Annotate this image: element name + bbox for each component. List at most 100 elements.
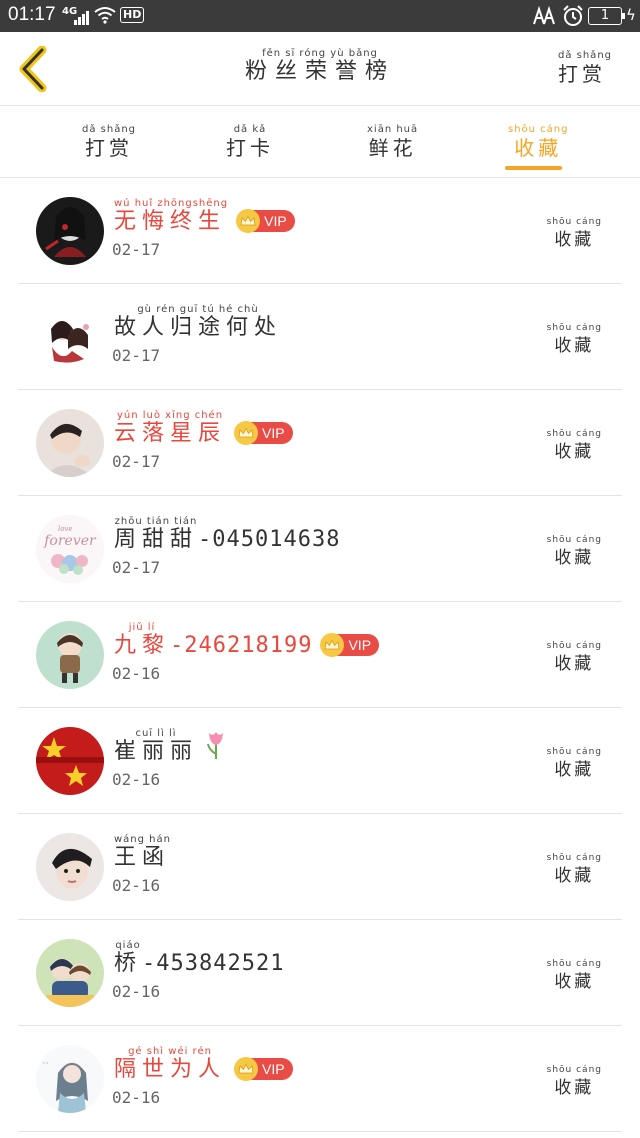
action-text: 收藏 [554,1078,595,1098]
user-id-suffix: -246218199 [170,633,313,658]
alarm-icon [563,5,583,26]
action-pinyin: shōu cáng [546,853,602,863]
avatar[interactable]: forever love [36,515,104,583]
user-name: jiǔ lí 九黎 -246218199 [114,622,312,658]
charging-icon: ϟ [626,6,636,24]
list-item[interactable]: ◦◦ gé shì wéi rén 隔世为人 VIP 02-16 shōu cáng 收藏 [18,1026,622,1132]
action-pinyin: shōu cáng [546,959,602,969]
tab-label: 鲜花 [368,136,417,160]
action-pinyin: shōu cáng [546,217,602,227]
user-id-suffix: -453842521 [142,951,285,976]
app-indicator-icon [533,6,555,25]
status-time: 01:17 [8,4,56,25]
vip-badge: VIP [234,421,293,445]
favorite-action-label: shōu cáng 收藏 [547,534,602,570]
user-name: wú huǐ zhōngshēng 无悔终生 [114,198,228,234]
tab-reward[interactable]: dǎ shǎng 打赏 [82,124,136,160]
svg-text:◦◦: ◦◦ [42,1060,49,1067]
user-name-text: 云落星辰 [114,421,227,446]
user-name-group: gé shì wéi rén 隔世为人 VIP [114,1046,293,1082]
favorite-date: 02-17 [112,346,161,365]
vip-label: VIP [348,637,372,653]
user-name-group: zhōu tián tián 周甜甜 -045014638 [114,516,340,552]
user-name-group: wú huǐ zhōngshēng 无悔终生 VIP [114,198,295,234]
avatar[interactable] [36,727,104,795]
list-item[interactable]: cuī lì lì 崔丽丽 02-16 shōu cáng 收藏 [18,708,622,814]
user-name: gé shì wéi rén 隔世为人 [114,1046,226,1082]
favorite-date: 02-17 [112,558,161,577]
action-pinyin: shōu cáng [546,535,602,545]
vip-label: VIP [264,213,287,229]
avatar[interactable] [36,197,104,265]
list-item[interactable]: forever love zhōu tián tián 周甜甜 -045014638 02… [18,496,622,602]
list-item[interactable]: wú huǐ zhōngshēng 无悔终生 VIP 02-17 shōu cáng 收藏 [18,178,622,284]
avatar[interactable] [36,621,104,689]
battery-icon: 1 [588,7,625,25]
action-pinyin: shōu cáng [546,323,602,333]
reward-pinyin: dǎ shǎng [557,50,612,61]
action-pinyin: shōu cáng [546,429,602,439]
active-tab-indicator [505,166,562,170]
crown-icon [234,421,259,445]
svg-text:love: love [58,525,73,533]
favorite-date: 02-17 [112,240,161,259]
vip-badge: VIP [320,633,380,657]
favorite-date: 02-16 [112,876,161,895]
user-name-text: 王函 [114,845,171,870]
vip-badge: VIP [236,209,295,233]
list-item[interactable]: jiǔ lí 九黎 -246218199 VIP 02-16 shōu cáng 收藏 [18,602,622,708]
tab-pinyin: dǎ kǎ [233,124,267,135]
favorite-action-label: shōu cáng 收藏 [547,852,602,888]
tab-label: 打赏 [85,136,133,160]
avatar[interactable] [36,939,104,1007]
vip-badge: VIP [234,1057,293,1081]
tab-checkin[interactable]: dǎ kǎ 打卡 [226,124,274,160]
action-pinyin: shōu cáng [546,747,602,757]
crown-icon [236,209,261,233]
favorite-date: 02-16 [112,982,161,1001]
action-text: 收藏 [554,548,595,568]
list-item[interactable]: yún luò xīng chén 云落星辰 VIP 02-17 shōu cáng 收藏 [18,390,622,496]
user-name-text: 周甜甜 [114,527,199,552]
page-title-text: 粉丝荣誉榜 [244,59,395,84]
tulip-emoji-icon [204,730,228,764]
user-name: wáng hán 王函 [114,834,171,870]
signal-icon [74,9,90,25]
user-name: cuī lì lì 崔丽丽 [114,728,198,764]
list-item[interactable]: wáng hán 王函 02-16 shōu cáng 收藏 [18,814,622,920]
user-name-text: 隔世为人 [114,1057,227,1082]
avatar[interactable]: ◦◦ [36,1045,104,1113]
favorite-action-label: shōu cáng 收藏 [547,640,602,676]
fan-list: wú huǐ zhōngshēng 无悔终生 VIP 02-17 shōu cáng 收藏… [18,178,622,1132]
action-text: 收藏 [554,336,595,356]
user-name: gù rén guī tú hé chù 故人归途何处 [114,304,282,340]
user-name-text: 故人归途何处 [114,315,283,340]
tab-label: 打卡 [226,136,274,160]
user-name-group: cuī lì lì 崔丽丽 [114,728,228,764]
favorite-action-label: shōu cáng 收藏 [547,216,602,252]
action-text: 收藏 [554,654,595,674]
list-item[interactable]: gù rén guī tú hé chù 故人归途何处 02-17 shōu cáng… [18,284,622,390]
reward-label: 打赏 [557,62,606,86]
page-title: fěn sī róng yù bǎng 粉丝荣誉榜 [0,48,640,84]
avatar[interactable] [36,409,104,477]
tab-flowers[interactable]: xiān huā 鲜花 [367,124,418,160]
list-item[interactable]: qiáo 桥 -453842521 02-16 shōu cáng 收藏 [18,920,622,1026]
user-name-text: 崔丽丽 [114,739,199,764]
action-text: 收藏 [554,442,595,462]
action-pinyin: shōu cáng [546,1065,602,1075]
user-name-group: jiǔ lí 九黎 -246218199 VIP [114,622,380,658]
tab-favorites[interactable]: shōu cáng 收藏 [508,124,569,160]
action-pinyin: shōu cáng [546,641,602,651]
favorite-date: 02-16 [112,1088,161,1107]
user-name-group: gù rén guī tú hé chù 故人归途何处 [114,304,282,340]
user-name-text: 无悔终生 [114,209,227,234]
user-name-group: yún luò xīng chén 云落星辰 VIP [114,410,293,446]
favorite-action-label: shōu cáng 收藏 [547,1064,602,1100]
tab-pinyin: dǎ shǎng [82,124,137,135]
avatar[interactable] [36,303,104,371]
tab-pinyin: shōu cáng [508,124,569,135]
reward-button[interactable]: dǎ shǎng 打赏 [558,50,612,86]
avatar[interactable] [36,833,104,901]
favorite-action-label: shōu cáng 收藏 [547,322,602,358]
